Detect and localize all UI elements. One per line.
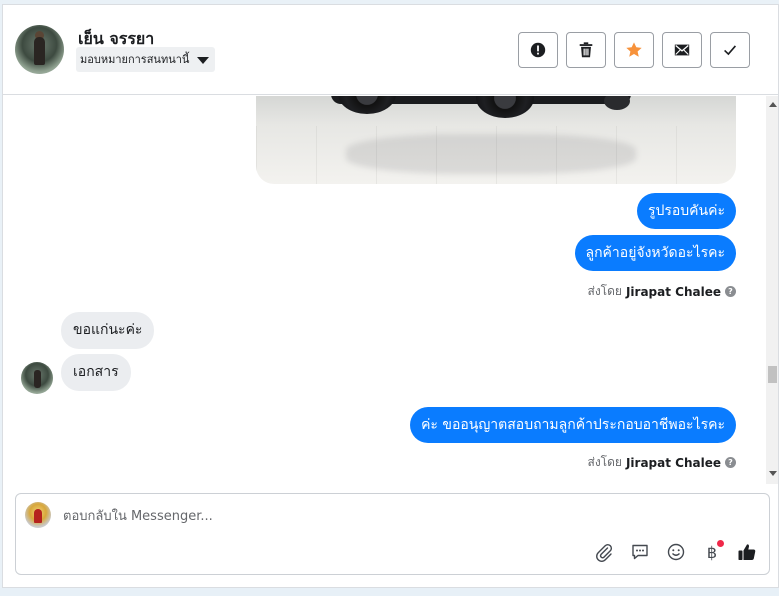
speech-bubble-icon [632, 544, 648, 560]
star-button[interactable] [614, 32, 654, 68]
help-icon[interactable]: ? [725, 286, 736, 297]
page-avatar [25, 502, 51, 528]
reply-input[interactable] [63, 506, 663, 526]
sent-by-prefix: ส่งโดย [587, 284, 622, 298]
sent-by-label: ส่งโดย Jirapat Chalee ? [587, 453, 736, 472]
sent-by-label: ส่งโดย Jirapat Chalee ? [587, 282, 736, 301]
message-outgoing[interactable]: ค่ะ ขออนุญาตสอบถามลูกค้าประกอบอาชีพอะไรค… [410, 407, 736, 443]
help-icon[interactable]: ? [725, 457, 736, 468]
thumbs-up-icon [738, 544, 756, 560]
message-incoming[interactable]: เอกสาร [61, 354, 131, 391]
mark-unread-button[interactable] [662, 32, 702, 68]
like-button[interactable] [735, 540, 759, 564]
chat-panel: เย็น จรรยา มอบหมายการสนทนานี้ รูปรอบคันค… [2, 4, 779, 588]
message-incoming[interactable]: ขอแก่นะค่ะ [61, 312, 155, 349]
star-icon [626, 42, 642, 57]
exclamation-icon [530, 42, 546, 58]
paperclip-icon [596, 543, 613, 562]
contact-avatar[interactable] [15, 25, 64, 74]
scrollbar-thumb[interactable] [768, 366, 777, 383]
trash-icon [579, 42, 593, 58]
reply-composer: ฿ [15, 493, 770, 575]
contact-avatar-small [21, 362, 53, 394]
sent-by-prefix: ส่งโดย [587, 455, 622, 469]
saved-replies-button[interactable] [628, 540, 652, 564]
envelope-icon [674, 44, 690, 56]
check-icon [724, 45, 737, 56]
message-thread[interactable]: รูปรอบคันค่ะ ลูกค้าอยู่จังหวัดอะไรคะ ส่ง… [3, 96, 778, 484]
report-button[interactable] [518, 32, 558, 68]
page-background-strip [0, 588, 779, 596]
conversation-header: เย็น จรรยา มอบหมายการสนทนานี้ [3, 5, 778, 95]
sender-name: Jirapat Chalee [625, 284, 721, 299]
assign-conversation-label: มอบหมายการสนทนานี้ [80, 53, 190, 66]
scroll-down-arrow-icon[interactable] [769, 471, 777, 476]
message-outgoing[interactable]: ลูกค้าอยู่จังหวัดอะไรคะ [574, 235, 736, 271]
attach-button[interactable] [592, 540, 616, 564]
smiley-icon [667, 543, 685, 561]
message-outgoing[interactable]: รูปรอบคันค่ะ [636, 193, 736, 229]
sender-name: Jirapat Chalee [625, 455, 721, 470]
done-button[interactable] [710, 32, 750, 68]
delete-button[interactable] [566, 32, 606, 68]
scroll-up-arrow-icon[interactable] [769, 102, 777, 107]
payment-button[interactable]: ฿ [700, 540, 724, 564]
thread-scrollbar[interactable] [766, 96, 778, 484]
emoji-button[interactable] [664, 540, 688, 564]
baht-icon: ฿ [706, 542, 718, 562]
caret-down-icon [197, 57, 210, 64]
assign-conversation-dropdown[interactable]: มอบหมายการสนทนานี้ [76, 47, 216, 72]
car-photo-attachment[interactable] [256, 96, 736, 184]
notification-dot [717, 540, 724, 547]
